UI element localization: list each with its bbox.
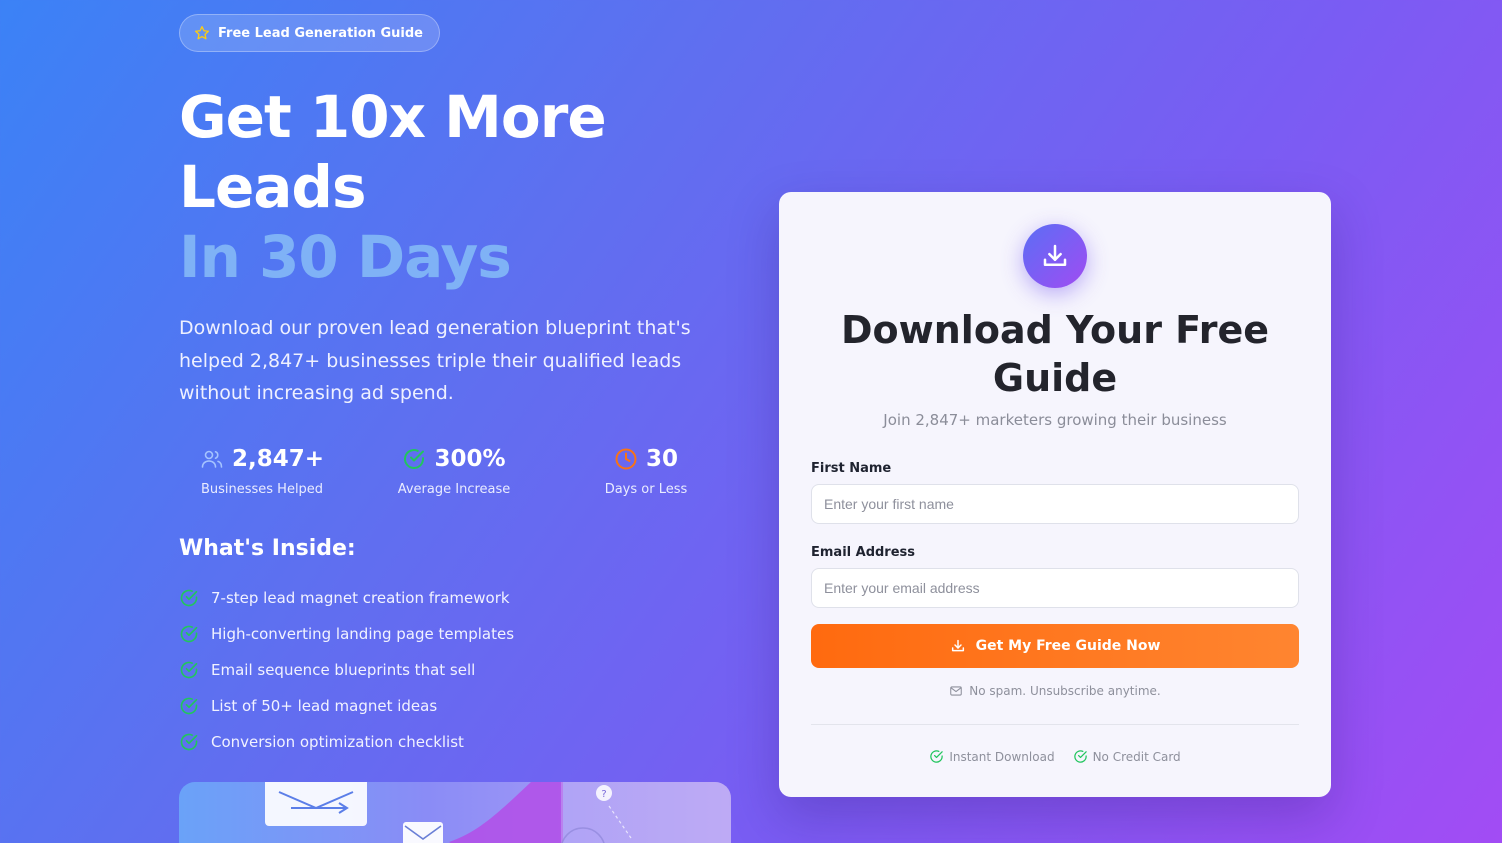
mail-icon [950, 686, 963, 696]
headline-line-1: Get 10x More [179, 83, 607, 151]
users-icon [201, 450, 223, 468]
trust-instant-download: Instant Download [929, 749, 1055, 764]
preview-illustration: ? [265, 782, 731, 843]
form-subtitle: Join 2,847+ marketers growing their busi… [883, 411, 1227, 429]
download-form-card: Download Your Free Guide Join 2,847+ mar… [779, 192, 1331, 797]
check-circle-icon [180, 697, 198, 715]
download-icon [1043, 244, 1067, 266]
feature-text: 7-step lead magnet creation framework [211, 589, 510, 607]
download-badge [1023, 224, 1087, 288]
check-circle-icon [404, 449, 425, 469]
check-circle-icon [180, 589, 198, 607]
badge-label: Free Lead Generation Guide [218, 25, 423, 41]
headline-highlight: In 30 Days [179, 223, 512, 291]
first-name-field[interactable] [811, 484, 1299, 524]
get-guide-button-label: Get My Free Guide Now [975, 638, 1161, 654]
no-spam-text: No spam. Unsubscribe anytime. [969, 684, 1161, 698]
stat-label: Businesses Helped [200, 482, 324, 497]
email-field[interactable] [811, 568, 1299, 608]
download-icon [951, 639, 964, 652]
first-name-label: First Name [811, 461, 892, 476]
stat-days: 30 Days or Less [561, 444, 731, 497]
hero-headline: Get 10x More Leads In 30 Days [179, 82, 739, 292]
check-circle-icon [180, 661, 198, 679]
list-item: Email sequence blueprints that sell [179, 652, 514, 688]
stat-value: 30 [645, 446, 678, 472]
get-guide-button[interactable]: Get My Free Guide Now [811, 624, 1299, 668]
stat-label: Days or Less [604, 482, 688, 497]
feature-text: List of 50+ lead magnet ideas [211, 697, 438, 715]
star-icon [195, 26, 209, 40]
stats-row: 2,847+ Businesses Helped 300% Average In… [179, 444, 739, 504]
stat-value: 300% [434, 446, 506, 472]
whats-inside-title: What's Inside: [179, 536, 356, 561]
guide-badge: Free Lead Generation Guide [179, 14, 440, 52]
trust-no-credit-card: No Credit Card [1073, 749, 1181, 764]
guide-preview-image: ? [179, 782, 731, 843]
trust-label: Instant Download [949, 749, 1055, 764]
svg-text:?: ? [601, 789, 606, 800]
feature-text: High-converting landing page templates [211, 625, 515, 643]
no-spam-note: No spam. Unsubscribe anytime. [779, 684, 1331, 698]
headline-line-2: Leads [179, 153, 366, 221]
feature-list: 7-step lead magnet creation framework Hi… [179, 580, 514, 760]
check-circle-icon [180, 733, 198, 751]
trust-badges: Instant Download No Credit Card [779, 749, 1331, 764]
check-circle-icon [1073, 750, 1087, 763]
check-circle-icon [180, 625, 198, 643]
feature-text: Email sequence blueprints that sell [211, 661, 476, 679]
trust-label: No Credit Card [1092, 749, 1181, 764]
list-item: List of 50+ lead magnet ideas [179, 688, 514, 724]
form-title: Download Your Free Guide [841, 308, 1269, 400]
check-circle-icon [930, 750, 944, 763]
stat-businesses: 2,847+ Businesses Helped [177, 444, 347, 497]
list-item: High-converting landing page templates [179, 616, 514, 652]
stat-label: Average Increase [397, 482, 511, 497]
stat-value: 2,847+ [231, 446, 325, 472]
hero-description: Download our proven lead generation blue… [179, 317, 691, 404]
feature-text: Conversion optimization checklist [211, 733, 464, 751]
list-item: Conversion optimization checklist [179, 724, 514, 760]
email-label: Email Address [811, 545, 916, 560]
divider [811, 724, 1299, 725]
list-item: 7-step lead magnet creation framework [179, 580, 514, 616]
stat-increase: 300% Average Increase [369, 444, 539, 497]
clock-icon [615, 448, 637, 470]
